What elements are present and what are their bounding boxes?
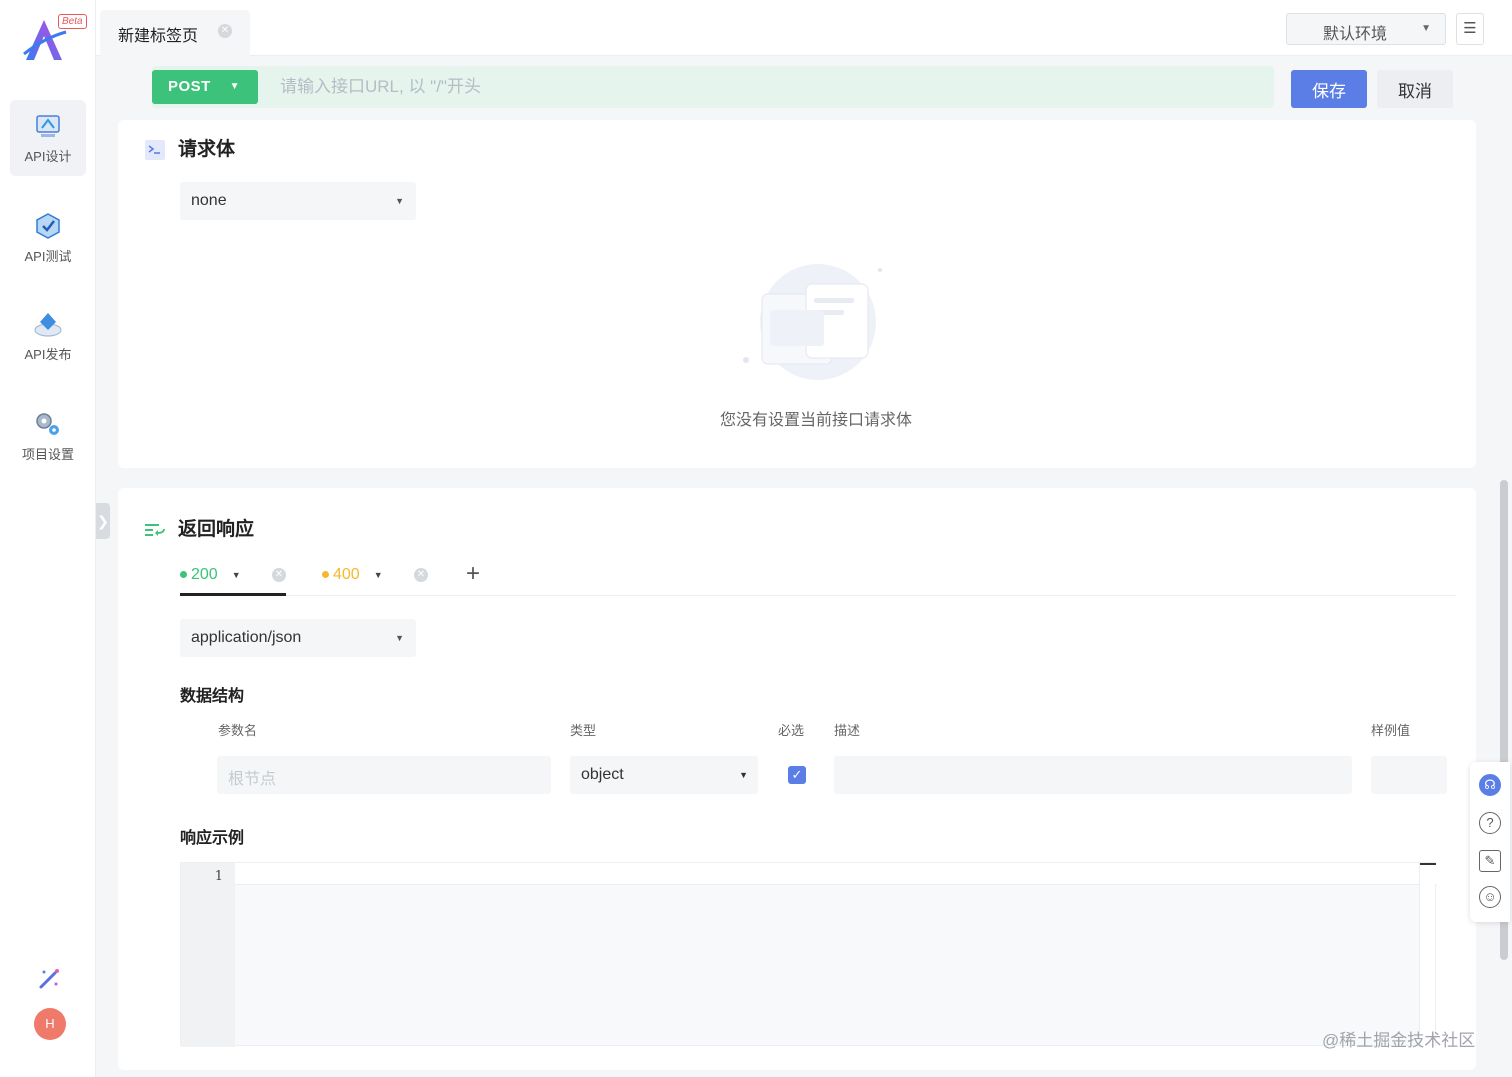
content-type-value: application/json <box>191 629 302 646</box>
save-button[interactable]: 保存 <box>1291 70 1367 108</box>
method-value: POST <box>168 78 211 95</box>
chevron-down-icon: ▼ <box>229 81 240 92</box>
tab-new[interactable]: 新建标签页 ✕ <box>100 10 250 56</box>
sidebar-item-label: API发布 <box>24 347 72 362</box>
beta-badge: Beta <box>58 14 87 29</box>
response-icon <box>145 523 165 536</box>
url-container: POST ▼ <box>152 66 1274 108</box>
help-icon[interactable]: ? <box>1479 812 1501 834</box>
tab-title: 新建标签页 <box>118 28 199 45</box>
status-code: 200 <box>191 566 218 583</box>
chevron-down-icon[interactable]: ▼ <box>232 570 241 580</box>
column-header-name: 参数名 <box>218 723 258 738</box>
request-body-header: 请求体 <box>144 134 235 161</box>
sidebar-item-api-design[interactable]: API设计 <box>10 100 86 176</box>
app-logo[interactable]: Beta <box>22 14 92 70</box>
sidebar: Beta API设计 API测试 API发布 项目设置 H <box>0 0 96 1077</box>
required-checkbox[interactable]: ✓ <box>788 766 806 784</box>
content-type-select[interactable]: application/json ▼ <box>180 619 416 657</box>
editor-active-line[interactable] <box>235 863 1437 885</box>
response-title: 返回响应 <box>178 519 255 540</box>
magic-wand-icon[interactable] <box>36 966 62 992</box>
tab-close-icon[interactable]: ✕ <box>218 24 232 38</box>
smiley-icon[interactable]: ☺ <box>1479 886 1501 908</box>
response-panel: 返回响应 200 ▼ ✕ 400 ▼ ✕ + application/json ▼ … <box>118 488 1476 1070</box>
tab-status-400[interactable]: 400 ▼ <box>322 566 383 584</box>
request-body-type-select[interactable]: none ▼ <box>180 182 416 220</box>
sidebar-collapse-handle[interactable]: ❯ <box>96 503 110 539</box>
environment-settings-button[interactable]: ☰ <box>1456 13 1484 45</box>
root-type-select[interactable]: object ▼ <box>570 756 758 794</box>
method-select[interactable]: POST ▼ <box>152 70 258 104</box>
sidebar-item-label: API测试 <box>24 249 72 264</box>
chevron-down-icon: ▼ <box>1421 23 1431 34</box>
sidebar-item-label: API设计 <box>24 149 72 164</box>
request-body-panel: 请求体 none ▼ 您没有设置当前接口请求体 <box>118 120 1476 468</box>
empty-state-illustration <box>743 264 882 380</box>
line-number: 1 <box>181 863 235 1047</box>
api-test-icon <box>36 213 60 239</box>
column-header-required: 必选 <box>778 723 805 738</box>
terminal-icon <box>145 139 165 160</box>
environment-select[interactable]: 默认环境 ▼ <box>1286 13 1446 45</box>
schema-title: 数据结构 <box>180 688 245 705</box>
sidebar-item-api-publish[interactable]: API发布 <box>10 298 86 374</box>
add-status-icon[interactable]: + <box>466 560 480 588</box>
cancel-button[interactable]: 取消 <box>1377 70 1453 108</box>
chevron-down-icon[interactable]: ▼ <box>374 570 383 580</box>
request-body-empty-text: 您没有设置当前接口请求体 <box>719 412 912 429</box>
customer-service-icon[interactable]: ☊ <box>1479 774 1501 796</box>
root-description-field[interactable] <box>834 756 1352 794</box>
url-input[interactable] <box>270 66 1260 108</box>
api-publish-icon <box>34 313 62 337</box>
sidebar-item-api-test[interactable]: API测试 <box>10 200 86 276</box>
request-body-type-value: none <box>191 192 227 209</box>
feedback-icon[interactable]: ✎ <box>1479 850 1501 872</box>
active-tab-indicator <box>180 593 286 596</box>
help-dock: ☊ ? ✎ ☺ <box>1470 762 1510 922</box>
chevron-down-icon: ▼ <box>395 633 404 643</box>
api-design-icon <box>36 115 60 137</box>
example-title: 响应示例 <box>180 830 245 847</box>
chevron-down-icon: ▼ <box>739 770 748 780</box>
project-settings-icon <box>36 413 59 435</box>
column-header-example: 样例值 <box>1371 723 1411 738</box>
request-body-title: 请求体 <box>178 139 236 160</box>
response-example-editor[interactable]: 1 <box>180 862 1437 1047</box>
url-bar: POST ▼ 保存 取消 <box>96 56 1512 120</box>
sidebar-item-label: 项目设置 <box>21 447 74 462</box>
status-close-icon[interactable]: ✕ <box>414 568 428 582</box>
column-header-type: 类型 <box>570 723 597 738</box>
sliders-icon: ☰ <box>1463 20 1477 37</box>
status-close-icon[interactable]: ✕ <box>272 568 286 582</box>
column-header-description: 描述 <box>834 723 861 738</box>
editor-scrollbar[interactable] <box>1419 863 1436 1047</box>
status-code-tabs: 200 ▼ ✕ 400 ▼ ✕ + <box>180 558 1456 596</box>
chevron-down-icon: ▼ <box>395 196 404 206</box>
tab-bar: 新建标签页 ✕ 默认环境 ▼ ☰ <box>96 0 1512 56</box>
sidebar-item-project-settings[interactable]: 项目设置 <box>10 398 86 474</box>
environment-value: 默认环境 <box>1323 26 1388 43</box>
root-type-value: object <box>581 766 624 783</box>
status-code: 400 <box>333 566 360 583</box>
status-dot-icon <box>180 571 187 579</box>
tab-status-200[interactable]: 200 ▼ <box>180 566 241 584</box>
root-example-field[interactable] <box>1371 756 1447 794</box>
avatar[interactable]: H <box>34 1008 66 1040</box>
response-header: 返回响应 <box>144 514 254 541</box>
root-name-field[interactable] <box>217 756 551 794</box>
status-dot-icon <box>322 571 329 579</box>
watermark: @稀土掘金技术社区 <box>1322 1031 1476 1050</box>
